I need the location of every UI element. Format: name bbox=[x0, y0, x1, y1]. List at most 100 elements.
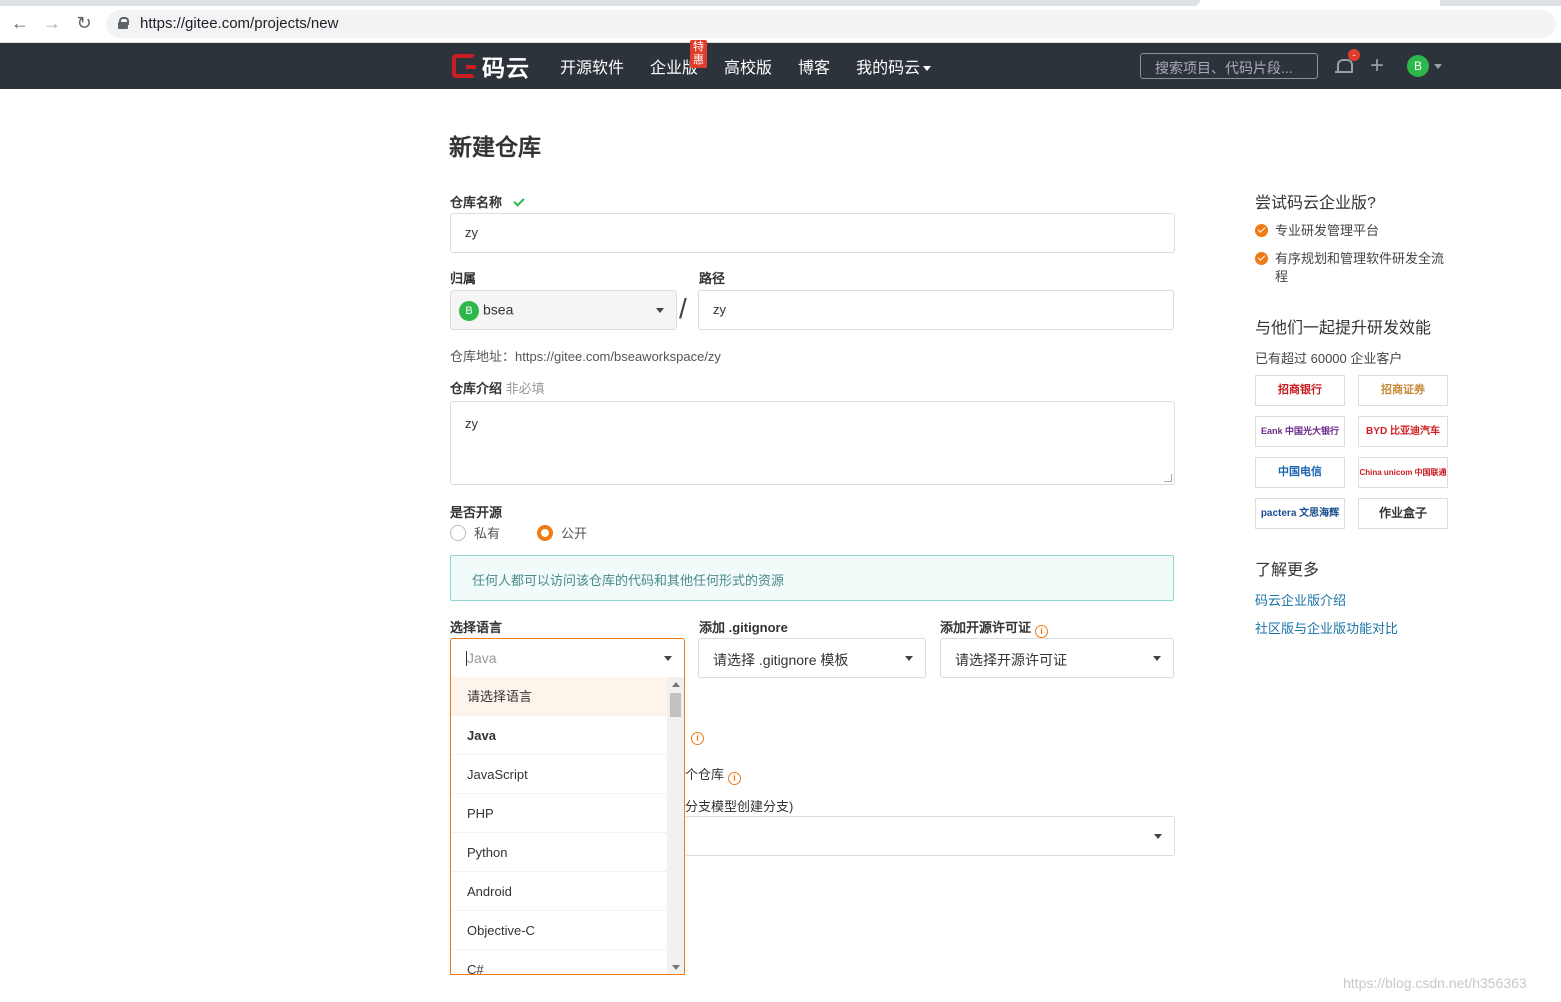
bell-icon[interactable] bbox=[1335, 57, 1353, 75]
repo-name-label: 仓库名称 bbox=[450, 192, 525, 211]
scroll-down-icon[interactable] bbox=[672, 965, 680, 970]
nav-open-source[interactable]: 开源软件 bbox=[560, 54, 624, 78]
nav-enterprise[interactable]: 企业版 特惠 bbox=[650, 40, 708, 78]
logo-cms: 招商证券 bbox=[1358, 375, 1448, 406]
logo-g-icon bbox=[452, 54, 476, 78]
lang-option[interactable]: JavaScript bbox=[451, 755, 667, 794]
private-label[interactable]: 私有 bbox=[474, 523, 500, 542]
chevron-down-icon bbox=[656, 308, 664, 313]
partial-text-repo: 个仓库 i bbox=[685, 764, 742, 785]
logo-telecom: 中国电信 bbox=[1255, 457, 1345, 488]
logo-text: 码云 bbox=[482, 55, 530, 81]
sidebar-customers-text: 已有超过 60000 企业客户 bbox=[1255, 351, 1403, 366]
watermark: https://blog.csdn.net/h356363 bbox=[1343, 975, 1527, 991]
language-dropdown: 请选择语言 Java JavaScript PHP Python Android… bbox=[450, 677, 685, 975]
header-search-input[interactable]: 搜索项目、代码片段... bbox=[1140, 53, 1318, 79]
notification-badge: - bbox=[1348, 49, 1360, 61]
hot-badge: 特惠 bbox=[690, 40, 708, 68]
back-icon[interactable]: ← bbox=[9, 12, 31, 34]
license-label-text: 添加开源许可证 bbox=[940, 620, 1032, 635]
url-text: https://gitee.com/projects/new bbox=[140, 15, 339, 32]
sidebar-try-title: 尝试码云企业版? bbox=[1255, 195, 1376, 212]
branch-model-select[interactable] bbox=[684, 816, 1175, 856]
info-icon[interactable]: i bbox=[691, 732, 704, 745]
logo-zuoyehezi: 作业盒子 bbox=[1358, 498, 1448, 529]
private-radio[interactable] bbox=[450, 524, 466, 541]
path-label: 路径 bbox=[699, 271, 726, 286]
partial-text-branch: 分支模型创建分支) bbox=[685, 799, 794, 814]
nav-blog[interactable]: 博客 bbox=[798, 54, 830, 78]
avatar-chevron-icon[interactable] bbox=[1434, 64, 1442, 69]
logo-unicom: China unicom 中国联通 bbox=[1358, 457, 1448, 488]
lang-option[interactable]: 请选择语言 bbox=[451, 677, 667, 716]
sidebar-feature-text: 专业研发管理平台 bbox=[1275, 223, 1380, 238]
chevron-down-icon bbox=[905, 656, 913, 661]
logo-byd: BYD 比亚迪汽车 bbox=[1358, 416, 1448, 447]
path-separator: / bbox=[679, 293, 687, 324]
license-select[interactable]: 请选择开源许可证 bbox=[940, 638, 1174, 678]
open-source-label: 是否开源 bbox=[450, 505, 503, 520]
lang-option[interactable]: Python bbox=[451, 833, 667, 872]
plus-icon[interactable]: + bbox=[1370, 53, 1384, 79]
dropdown-scrollbar[interactable] bbox=[667, 677, 684, 974]
sidebar-feature: 有序规划和管理软件研发全流程 bbox=[1255, 250, 1450, 286]
owner-label: 归属 bbox=[450, 271, 477, 286]
intro-textarea[interactable]: zy bbox=[450, 401, 1175, 485]
tab-strip-right bbox=[1440, 0, 1561, 6]
chevron-down-icon bbox=[664, 656, 672, 661]
link-enterprise-intro[interactable]: 码云企业版介绍 bbox=[1255, 590, 1346, 609]
owner-avatar: B bbox=[459, 301, 479, 321]
owner-value: bsea bbox=[483, 301, 514, 318]
reload-icon[interactable]: ↻ bbox=[73, 12, 95, 34]
sidebar-more-title: 了解更多 bbox=[1255, 562, 1320, 579]
nav-my-gitee-label: 我的码云 bbox=[856, 60, 921, 77]
lang-option[interactable]: Objective-C bbox=[451, 911, 667, 950]
forward-icon[interactable]: → bbox=[41, 12, 63, 34]
address-bar[interactable]: https://gitee.com/projects/new bbox=[106, 10, 1556, 38]
sidebar-together-title: 与他们一起提升研发效能 bbox=[1255, 320, 1432, 337]
gitignore-label: 添加 .gitignore bbox=[699, 620, 788, 635]
language-placeholder: Java bbox=[467, 650, 497, 666]
intro-label-text: 仓库介绍 bbox=[450, 381, 503, 396]
path-input[interactable]: zy bbox=[698, 290, 1174, 330]
nav-university[interactable]: 高校版 bbox=[724, 54, 772, 78]
scroll-thumb[interactable] bbox=[670, 693, 681, 717]
gitignore-value: 请选择 .gitignore 模板 bbox=[713, 652, 849, 668]
lock-icon bbox=[118, 17, 129, 29]
chevron-down-icon bbox=[923, 66, 932, 72]
sidebar-feature-text: 有序规划和管理软件研发全流程 bbox=[1275, 251, 1445, 284]
language-search-input[interactable]: Java bbox=[450, 638, 685, 678]
repo-name-label-text: 仓库名称 bbox=[450, 195, 503, 210]
site-header: 码云 开源软件 企业版 特惠 高校版 博客 我的码云 搜索项目、代码片段... +… bbox=[0, 40, 1561, 89]
sidebar-feature: 专业研发管理平台 bbox=[1255, 222, 1450, 240]
license-label: 添加开源许可证 i bbox=[940, 617, 1049, 638]
info-icon[interactable]: i bbox=[728, 772, 742, 785]
top-nav: 开源软件 企业版 特惠 高校版 博客 我的码云 bbox=[560, 40, 957, 89]
lang-option[interactable]: Java bbox=[451, 716, 667, 755]
visibility-notice: 任何人都可以访问该仓库的代码和其他任何形式的资源 bbox=[450, 555, 1174, 601]
check-circle-icon bbox=[1255, 252, 1268, 265]
scroll-up-icon[interactable] bbox=[672, 682, 680, 687]
info-icon[interactable]: i bbox=[1035, 625, 1049, 638]
logo-cmb: 招商银行 bbox=[1255, 375, 1345, 406]
gitignore-select[interactable]: 请选择 .gitignore 模板 bbox=[698, 638, 926, 678]
public-label[interactable]: 公开 bbox=[561, 523, 587, 542]
lang-option[interactable]: PHP bbox=[451, 794, 667, 833]
nav-my-gitee[interactable]: 我的码云 bbox=[856, 54, 932, 78]
check-circle-icon bbox=[1255, 224, 1268, 237]
logo-ceb: Eank 中国光大银行 bbox=[1255, 416, 1345, 447]
language-label: 选择语言 bbox=[450, 620, 503, 635]
link-feature-compare[interactable]: 社区版与企业版功能对比 bbox=[1255, 618, 1398, 637]
resize-grip-icon[interactable] bbox=[1164, 474, 1172, 482]
owner-select[interactable]: Bbsea bbox=[450, 290, 677, 330]
repo-address: 仓库地址：https://gitee.com/bseaworkspace/zy bbox=[450, 349, 721, 364]
browser-toolbar: ← → ↻ https://gitee.com/projects/new bbox=[0, 0, 1561, 43]
repo-name-input[interactable]: zy bbox=[450, 213, 1175, 253]
partial-text-repo-label: 个仓库 bbox=[685, 767, 725, 782]
gitee-logo[interactable]: 码云 bbox=[452, 53, 530, 81]
lang-option[interactable]: Android bbox=[451, 872, 667, 911]
lang-option[interactable]: C# bbox=[451, 950, 667, 974]
public-radio[interactable] bbox=[537, 524, 554, 541]
avatar[interactable]: B bbox=[1407, 55, 1429, 77]
visibility-radio-group: 私有 公开 bbox=[450, 523, 587, 542]
